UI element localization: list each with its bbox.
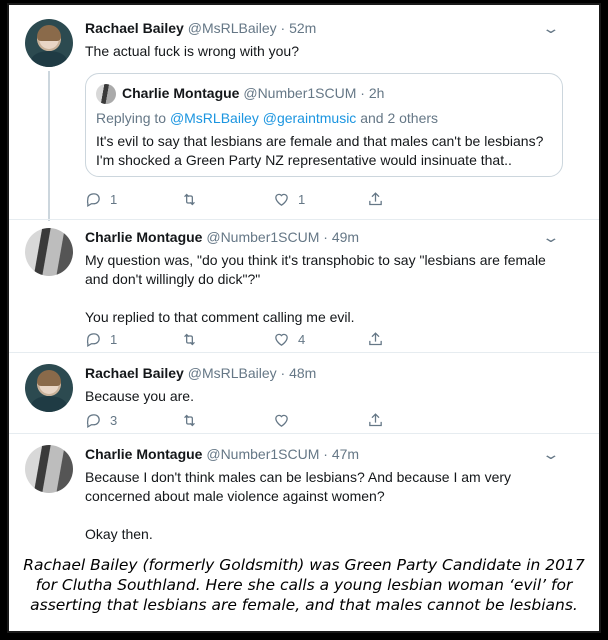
author-handle[interactable]: @MsRLBailey [188, 365, 277, 381]
tweet-actions: 1 1 [85, 191, 505, 211]
reply-count: 3 [110, 413, 118, 428]
tweet-header: Rachael Bailey @MsRLBailey · 52m [85, 20, 316, 36]
tweet-actions: 1 4 [85, 331, 505, 351]
divider [9, 352, 599, 353]
quote-text: It's evil to say that lesbians are femal… [96, 133, 544, 168]
reply-button[interactable]: 1 [85, 191, 117, 208]
avatar[interactable] [25, 19, 73, 67]
author-handle[interactable]: @MsRLBailey [188, 20, 277, 36]
quote-header: Charlie Montague @Number1SCUM · 2h [122, 85, 384, 101]
reply-icon [86, 193, 100, 208]
chevron-down-icon[interactable]: ⌄ [541, 446, 560, 463]
retweet-icon [184, 414, 195, 427]
replying-to-suffix: and 2 others [356, 110, 439, 126]
avatar[interactable] [25, 228, 73, 276]
quote-author-name: Charlie Montague [122, 85, 240, 101]
like-count: 4 [298, 332, 306, 347]
replying-to: Replying to @MsRLBailey @geraintmusic an… [96, 110, 438, 126]
share-button[interactable] [367, 412, 384, 429]
like-button[interactable]: 1 [273, 191, 305, 208]
replying-to-prefix: Replying to [96, 110, 170, 126]
like-button[interactable]: 4 [273, 331, 305, 348]
retweet-icon [184, 193, 195, 206]
quoted-tweet[interactable]: Charlie Montague @Number1SCUM · 2h Reply… [85, 73, 563, 177]
thread-line [48, 71, 50, 221]
timestamp[interactable]: · 48m [281, 365, 317, 381]
tweet-text: The actual fuck is wrong with you? [85, 43, 299, 59]
author-name[interactable]: Rachael Bailey [85, 365, 184, 381]
heart-icon [275, 193, 288, 206]
avatar[interactable] [25, 445, 73, 493]
reply-count: 1 [110, 192, 118, 207]
reply-icon [86, 333, 100, 348]
retweet-button[interactable] [181, 191, 206, 208]
share-icon [369, 413, 382, 427]
tweet-text: Because I don't think males can be lesbi… [85, 469, 512, 542]
divider [9, 433, 599, 434]
chevron-down-icon[interactable]: ⌄ [541, 20, 560, 37]
tweet-text: Because you are. [85, 388, 194, 404]
tweet-text: My question was, "do you think it's tran… [85, 252, 546, 325]
tweet-header: Charlie Montague @Number1SCUM · 47m [85, 446, 359, 462]
reply-count: 1 [110, 332, 118, 347]
screenshot-frame: Rachael Bailey @MsRLBailey · 52m ⌄ The a… [7, 3, 601, 633]
share-button[interactable] [367, 191, 384, 208]
like-button[interactable] [273, 412, 298, 429]
quote-avatar [96, 84, 116, 104]
timestamp[interactable]: · 52m [281, 20, 317, 36]
reply-icon [86, 414, 100, 429]
author-handle[interactable]: @Number1SCUM [206, 446, 319, 462]
quote-author-handle: @Number1SCUM [243, 85, 357, 101]
caption: Rachael Bailey (formerly Goldsmith) was … [9, 545, 599, 631]
tweet-header: Rachael Bailey @MsRLBailey · 48m [85, 365, 316, 381]
heart-icon [275, 333, 288, 346]
chevron-down-icon[interactable]: ⌄ [541, 229, 560, 246]
divider [9, 219, 599, 220]
reply-button[interactable]: 1 [85, 331, 117, 348]
reply-button[interactable]: 3 [85, 412, 117, 429]
quote-timestamp: · 2h [360, 85, 385, 101]
author-handle[interactable]: @Number1SCUM [206, 229, 319, 245]
avatar[interactable] [25, 364, 73, 412]
heart-icon [275, 414, 288, 427]
tweet-actions: 3 [85, 412, 505, 432]
retweet-icon [184, 333, 195, 346]
timestamp[interactable]: · 47m [323, 446, 359, 462]
timestamp[interactable]: · 49m [323, 229, 359, 245]
author-name[interactable]: Charlie Montague [85, 229, 202, 245]
tweet-header: Charlie Montague @Number1SCUM · 49m [85, 229, 359, 245]
like-count: 1 [298, 192, 306, 207]
share-icon [369, 332, 382, 346]
author-name[interactable]: Charlie Montague [85, 446, 202, 462]
replying-to-handles[interactable]: @MsRLBailey @geraintmusic [170, 110, 356, 126]
retweet-button[interactable] [181, 331, 206, 348]
share-icon [369, 192, 382, 206]
share-button[interactable] [367, 331, 384, 348]
author-name[interactable]: Rachael Bailey [85, 20, 184, 36]
retweet-button[interactable] [181, 412, 206, 429]
